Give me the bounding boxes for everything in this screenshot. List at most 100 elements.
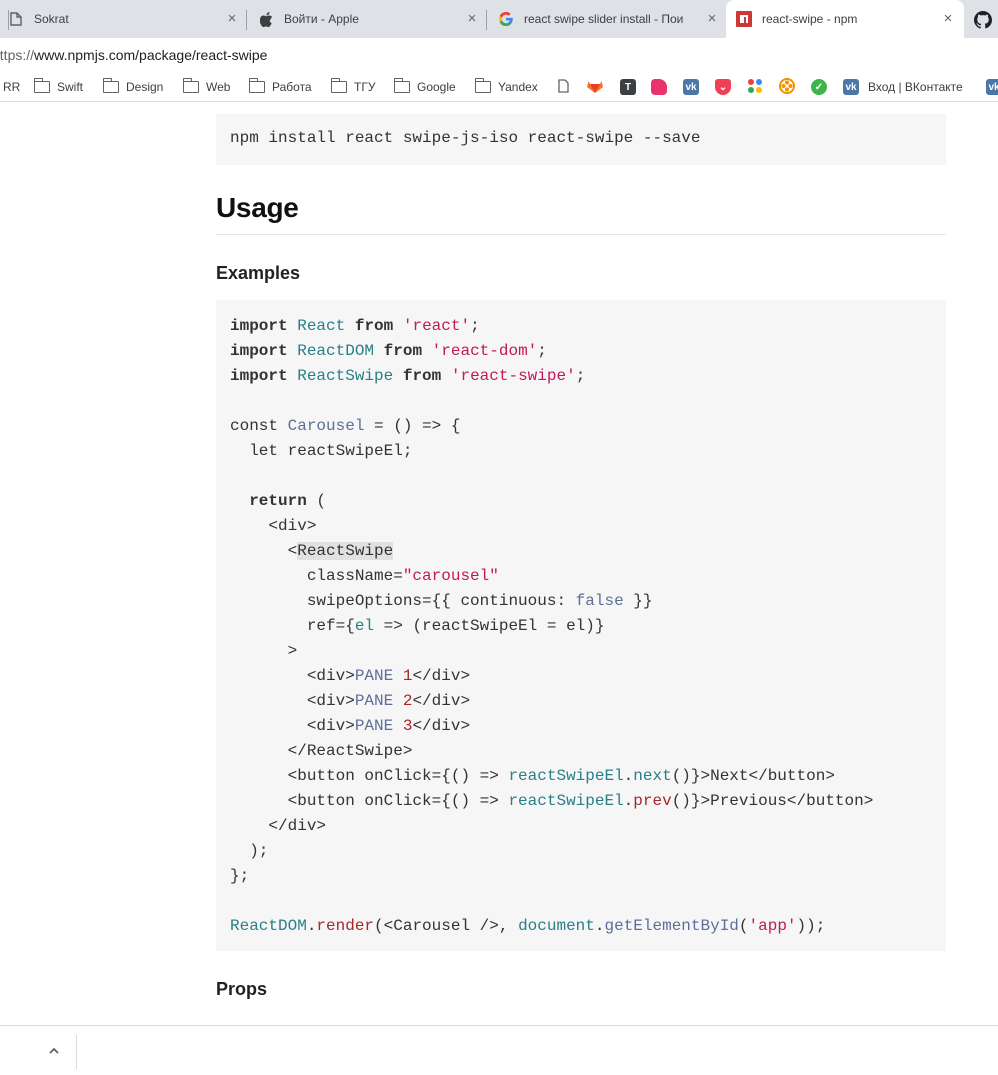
google-icon: [498, 11, 514, 27]
folder-icon: [248, 78, 265, 93]
bookmark-folder-swift[interactable]: Swift: [33, 78, 83, 95]
bookmark-vk-more[interactable]: vk: [986, 79, 998, 95]
tab-google-search[interactable]: react swipe slider install - Пои ×: [498, 0, 720, 38]
code-token: </div>: [412, 717, 471, 735]
code-token: reactSwipeEl: [508, 792, 624, 810]
code-token: </div>: [412, 667, 471, 685]
code-token: 'react-swipe': [450, 367, 576, 385]
close-icon[interactable]: ×: [224, 11, 240, 27]
code-line: <button onClick={() => reactSwipeEl.prev…: [230, 789, 932, 814]
code-token: PANE: [354, 692, 394, 710]
code-token: 'app': [748, 917, 797, 935]
close-icon[interactable]: ×: [464, 11, 480, 27]
close-icon[interactable]: ×: [940, 11, 956, 27]
code-token: (: [738, 917, 749, 935]
code-line: >: [230, 642, 298, 660]
bookmark-pink[interactable]: [651, 79, 667, 95]
folder-icon: [330, 78, 347, 93]
tab-title: Войти - Apple: [284, 12, 359, 26]
code-line: return (: [230, 489, 932, 514]
bookmark-folder-design[interactable]: Design: [102, 78, 164, 95]
code-token: 'react': [402, 317, 471, 335]
code-token: </div>: [412, 692, 471, 710]
code-token: from: [383, 342, 423, 360]
code-token: = () => {: [364, 417, 461, 435]
code-token: (: [306, 492, 327, 510]
code-token: PANE: [354, 717, 394, 735]
code-line: );: [230, 842, 269, 860]
code-line: <div>: [230, 517, 317, 535]
code-token: .: [623, 767, 634, 785]
code-token: import: [230, 342, 288, 360]
code-token: <button onClick={() =>: [230, 792, 509, 810]
code-line: </ReactSwipe>: [230, 742, 413, 760]
bookmark-label: Design: [126, 80, 164, 94]
code-line: </div>: [230, 817, 327, 835]
code-line: ReactDOM.render(<Carousel />, document.g…: [230, 914, 932, 939]
code-token: el: [354, 617, 375, 635]
bookmark-pocket[interactable]: ⌄: [715, 79, 731, 95]
code-line: swipeOptions={{ continuous: false }}: [230, 589, 932, 614]
bookmark-dots[interactable]: [747, 78, 763, 95]
bookmark-green[interactable]: ✓: [811, 79, 827, 95]
code-token: ;: [470, 317, 480, 335]
code-line: import ReactDOM from 'react-dom';: [230, 339, 932, 364]
code-token: import: [230, 367, 288, 385]
folder-icon: [102, 78, 119, 93]
bookmark-rr[interactable]: RR: [3, 79, 20, 95]
tab-sokrat[interactable]: Sokrat ×: [8, 0, 240, 38]
code-line: let reactSwipeEl;: [230, 442, 413, 460]
code-token: 3: [402, 717, 413, 735]
address-bar[interactable]: https://www.npmjs.com/package/react-swip…: [0, 38, 998, 72]
chevron-up-icon[interactable]: [44, 1041, 64, 1061]
bookmark-folder-yandex[interactable]: Yandex: [474, 78, 538, 95]
url-text: www.npmjs.com/package/react-swipe: [34, 47, 268, 63]
code-token: ;: [575, 367, 586, 385]
bookmark-folder-tgu[interactable]: ТГУ: [330, 78, 376, 95]
code-token: ReactSwipe: [297, 367, 394, 385]
code-token: 2: [402, 692, 413, 710]
vk-icon: vk: [986, 79, 998, 95]
folder-icon: [393, 78, 410, 93]
github-icon[interactable]: [974, 11, 992, 29]
bookmark-label: ТГУ: [354, 80, 376, 94]
bookmark-folder-rabota[interactable]: Работа: [248, 78, 312, 95]
bookmark-folder-google[interactable]: Google: [393, 78, 456, 95]
folder-icon: [182, 78, 199, 93]
tab-divider: [8, 10, 9, 30]
npm-icon: [736, 11, 752, 27]
flower-icon: [779, 77, 795, 97]
bookmark-tilda[interactable]: T: [620, 79, 636, 95]
bookmark-label: Yandex: [498, 80, 538, 94]
close-icon[interactable]: ×: [704, 11, 720, 27]
bookmark-folder-web[interactable]: Web: [182, 78, 230, 95]
code-token: 1: [402, 667, 413, 685]
code-token: (<Carousel />,: [374, 917, 519, 935]
folder-icon: [33, 78, 50, 93]
code-token: <div>: [230, 667, 355, 685]
code-token: <div>: [230, 692, 355, 710]
code-token: => (reactSwipeEl = el)}: [374, 617, 605, 635]
tab-npm[interactable]: react-swipe - npm ×: [726, 0, 964, 38]
bookmark-vkontakte-login[interactable]: vk Вход | ВКонтакте: [843, 79, 963, 95]
tab-title: react swipe slider install - Пои: [524, 12, 684, 26]
code-line: };: [230, 867, 250, 885]
bookmark-gitlab[interactable]: [587, 79, 603, 95]
code-line: <div>PANE 1</div>: [230, 664, 932, 689]
bookmark-label: Вход | ВКонтакте: [868, 80, 963, 94]
apple-icon: [258, 11, 274, 27]
code-token: swipeOptions={{ continuous:: [230, 592, 576, 610]
bookmark-vk[interactable]: vk: [683, 79, 699, 95]
tab-apple[interactable]: Войти - Apple ×: [258, 0, 480, 38]
url-field[interactable]: https://www.npmjs.com/package/react-swip…: [0, 47, 267, 63]
code-token: PANE: [354, 667, 394, 685]
code-token: ReactSwipe: [297, 542, 394, 560]
bookmark-flower[interactable]: [779, 77, 795, 97]
bar-divider: [76, 1035, 77, 1069]
bookmark-page[interactable]: [558, 78, 569, 95]
code-token: }}: [623, 592, 653, 610]
install-command: npm install react swipe-js-iso react-swi…: [216, 114, 946, 165]
vk-icon: vk: [683, 79, 699, 95]
